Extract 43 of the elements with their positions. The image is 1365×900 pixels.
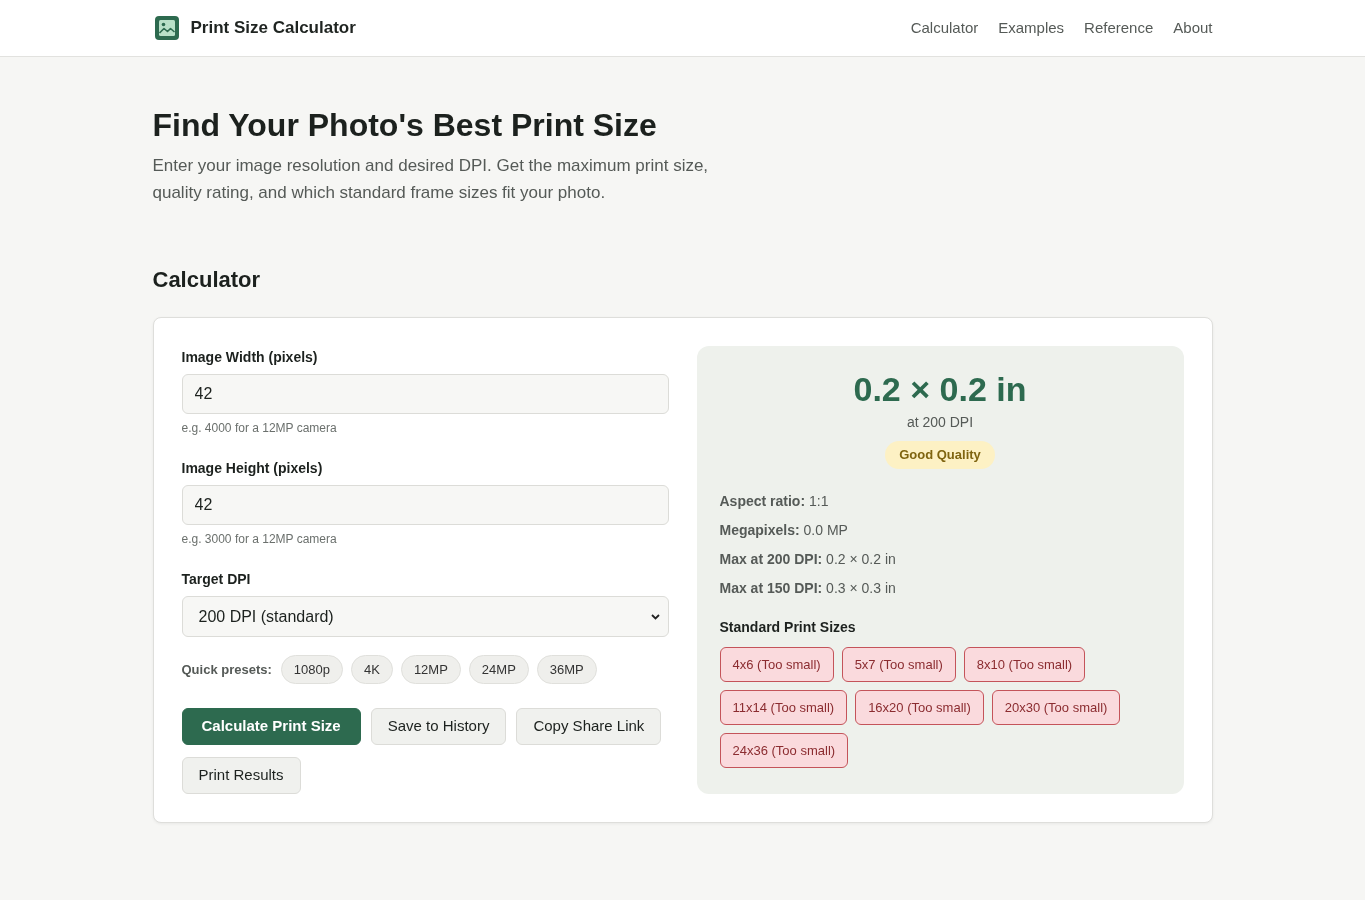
nav-link[interactable]: Reference: [1084, 16, 1154, 40]
dpi-note: at 200 DPI: [905, 413, 975, 432]
nav-link[interactable]: Calculator: [910, 16, 979, 40]
result-size: 0.2 × 0.2 in: [852, 369, 1028, 410]
field-label: Target DPI: [181, 570, 252, 589]
field-label: Image Width (pixels): [181, 348, 319, 367]
number-input[interactable]: 42: [181, 485, 669, 525]
preset-chip[interactable]: 36MP: [536, 655, 597, 684]
preset-chip[interactable]: 4K: [351, 655, 393, 684]
section-heading: Calculator: [152, 266, 262, 294]
secondary-button[interactable]: Save to History: [370, 708, 507, 745]
intro-paragraph: Enter your image resolution and desired DPI. Get the maximum print size, quality rating, and which standard frame sizes fit your photo.: [152, 155, 710, 204]
calculate-button[interactable]: Calculate Print Size: [181, 708, 361, 745]
secondary-button[interactable]: Copy Share Link: [516, 708, 662, 745]
nav-link[interactable]: About: [1173, 16, 1213, 40]
secondary-button[interactable]: Print Results: [181, 757, 301, 794]
preset-chip[interactable]: 1080p: [280, 655, 343, 684]
print-size-chip: 4x6 (Too small): [719, 647, 834, 682]
print-size-chip: 20x30 (Too small): [991, 690, 1121, 725]
nav-link[interactable]: Examples: [998, 16, 1065, 40]
logo-icon: [154, 16, 179, 40]
site-title: Print Size Calculator: [190, 17, 356, 40]
sizes-heading: Standard Print Sizes: [719, 618, 857, 637]
presets-label: Quick presets:: [181, 660, 272, 679]
detail-line: Aspect ratio: 1:1: [719, 492, 830, 511]
field-hint: e.g. 4000 for a 12MP camera: [181, 420, 338, 436]
chevron-down-icon: [650, 613, 660, 620]
detail-line: Max at 200 DPI: 0.2 × 0.2 in: [719, 550, 897, 569]
dpi-select[interactable]: 200 DPI (standard): [181, 596, 669, 637]
quality-badge: Good Quality: [885, 441, 995, 469]
print-size-chip: 8x10 (Too small): [963, 647, 1086, 682]
print-size-chip: 16x20 (Too small): [855, 690, 984, 725]
detail-line: Max at 150 DPI: 0.3 × 0.3 in: [719, 579, 897, 598]
print-size-chip: 24x36 (Too small): [719, 733, 849, 768]
print-size-chip: 5x7 (Too small): [841, 647, 956, 682]
number-input[interactable]: 42: [181, 374, 669, 414]
page-heading: Find Your Photo's Best Print Size: [152, 106, 658, 145]
detail-line: Megapixels: 0.0 MP: [719, 521, 849, 540]
preset-chip[interactable]: 24MP: [468, 655, 529, 684]
print-size-chip: 11x14 (Too small): [719, 690, 848, 725]
field-label: Image Height (pixels): [181, 459, 324, 478]
preset-chip[interactable]: 12MP: [400, 655, 461, 684]
field-hint: e.g. 3000 for a 12MP camera: [181, 531, 338, 547]
